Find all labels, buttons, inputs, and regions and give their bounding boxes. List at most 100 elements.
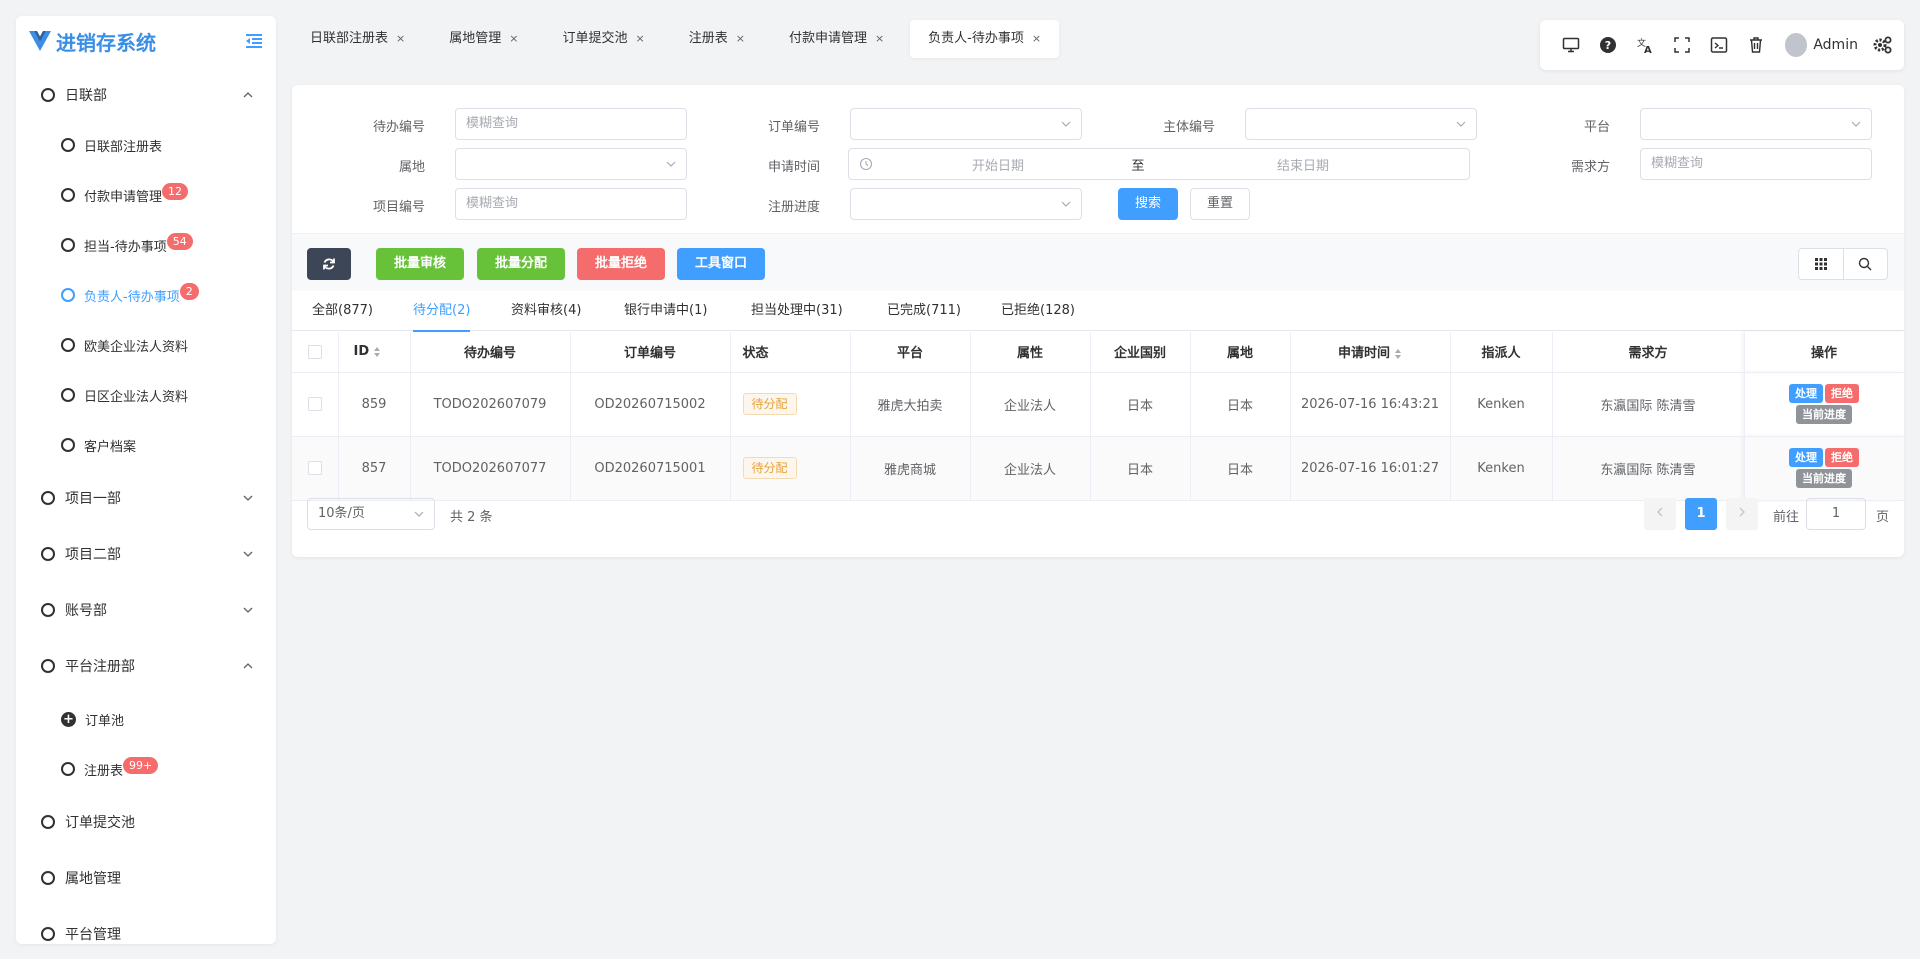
search-icon[interactable] — [1844, 249, 1888, 279]
sidebar-item-customer-files[interactable]: 客户档案 — [16, 420, 276, 470]
page-size-select[interactable]: 10条/页 — [307, 498, 435, 530]
sidebar-item-jp-corp[interactable]: 日区企业法人资料 — [16, 370, 276, 420]
help-icon[interactable]: ? — [1589, 25, 1626, 65]
reject-button[interactable]: 拒绝 — [1825, 384, 1859, 403]
trash-icon[interactable] — [1738, 25, 1775, 65]
svg-text:?: ? — [1605, 39, 1611, 52]
batch-review-button[interactable]: 批量审核 — [376, 248, 464, 280]
app-title: 进销存系统 — [56, 30, 156, 55]
reg-progress-select[interactable] — [850, 188, 1082, 220]
username[interactable]: Admin — [1813, 37, 1858, 53]
sidebar: 进销存系统 日联部 日联部注册表 付款申请管理 12 担当-待办事项 54 负责… — [16, 16, 276, 944]
cell-id: 859 — [338, 372, 411, 437]
tool-window-button[interactable]: 工具窗口 — [677, 248, 765, 280]
filter-label: 申请时间 — [767, 160, 820, 175]
tab-pending-assign[interactable]: 待分配(2) — [413, 291, 471, 332]
col-header-apply-time[interactable]: 申请时间 — [1290, 332, 1451, 373]
order-no-select[interactable] — [850, 108, 1082, 140]
refresh-icon — [323, 258, 335, 270]
avatar[interactable] — [1785, 33, 1808, 57]
reset-button[interactable]: 重置 — [1190, 188, 1250, 220]
count-badge: 2 — [179, 282, 199, 300]
chevron-down-icon — [243, 551, 253, 557]
col-header-id[interactable]: ID — [338, 332, 411, 373]
apply-time-range[interactable]: 开始日期 至 结束日期 — [848, 148, 1470, 180]
menu-dept-rilian[interactable]: 日联部 — [16, 70, 276, 120]
project-no-input[interactable]: 模糊查询 — [455, 188, 687, 220]
col-header-assignee: 指派人 — [1450, 332, 1553, 373]
grid-icon[interactable] — [1799, 249, 1844, 279]
col-header-actions: 操作 — [1743, 332, 1905, 373]
page-button[interactable]: 1 — [1685, 498, 1717, 530]
tab-rejected[interactable]: 已拒绝(128) — [1001, 291, 1075, 331]
sidebar-item-order-pool[interactable]: + 订单池 — [16, 694, 276, 744]
tab-completed[interactable]: 已完成(711) — [887, 291, 961, 331]
col-header-platform: 平台 — [850, 332, 971, 373]
tab-register-table[interactable]: 注册表 × — [671, 20, 763, 58]
sidebar-item-staff-todo[interactable]: 担当-待办事项 54 — [16, 220, 276, 270]
progress-button[interactable]: 当前进度 — [1796, 405, 1852, 424]
platform-select[interactable] — [1640, 108, 1872, 140]
monitor-icon[interactable] — [1552, 25, 1589, 65]
select-all-checkbox[interactable] — [307, 344, 322, 359]
menu-project-2[interactable]: 项目二部 — [16, 526, 276, 582]
tab-staff-processing[interactable]: 担当处理中(31) — [751, 291, 843, 331]
goto-page-input[interactable]: 1 — [1806, 498, 1866, 530]
row-checkbox[interactable] — [307, 397, 322, 411]
tab-bank-apply[interactable]: 银行申请中(1) — [624, 291, 707, 331]
translate-icon[interactable]: 文A — [1626, 25, 1663, 65]
start-date[interactable]: 开始日期 — [873, 155, 1123, 174]
circle-icon — [61, 288, 75, 302]
entity-no-select[interactable] — [1245, 108, 1477, 140]
total-count: 共 2 条 — [450, 510, 493, 525]
terminal-icon[interactable] — [1701, 25, 1738, 65]
sidebar-item-payment-apply[interactable]: 付款申请管理 12 — [16, 170, 276, 220]
circle-icon — [41, 927, 55, 941]
end-date[interactable]: 结束日期 — [1153, 155, 1453, 174]
close-icon[interactable]: × — [635, 32, 644, 45]
menu-order-submit-pool[interactable]: 订单提交池 — [16, 794, 276, 850]
refresh-button[interactable] — [307, 248, 351, 280]
prev-page-button[interactable] — [1644, 498, 1676, 530]
menu-project-1[interactable]: 项目一部 — [16, 470, 276, 526]
demander-input[interactable]: 模糊查询 — [1640, 148, 1872, 180]
menu-platform-manage[interactable]: 平台管理 — [16, 906, 276, 944]
tab-all[interactable]: 全部(877) — [312, 291, 373, 331]
search-button[interactable]: 搜索 — [1118, 188, 1178, 220]
close-icon[interactable]: × — [396, 32, 405, 45]
sidebar-item-rilian-register[interactable]: 日联部注册表 — [16, 120, 276, 170]
tab-payment-apply[interactable]: 付款申请管理 × — [771, 20, 902, 58]
region-select[interactable] — [455, 148, 687, 180]
fullscreen-icon[interactable] — [1664, 25, 1701, 65]
sort-icon[interactable] — [1394, 348, 1402, 360]
tab-region-manage[interactable]: 属地管理 × — [431, 20, 536, 58]
close-icon[interactable]: × — [736, 32, 745, 45]
tab-order-submit-pool[interactable]: 订单提交池 × — [544, 20, 662, 58]
sidebar-item-eu-us-corp[interactable]: 欧美企业法人资料 — [16, 320, 276, 370]
batch-assign-button[interactable]: 批量分配 — [477, 248, 565, 280]
tab-doc-review[interactable]: 资料审核(4) — [511, 291, 581, 331]
sort-icon[interactable] — [373, 346, 381, 358]
menu-platform-register[interactable]: 平台注册部 — [16, 638, 276, 694]
todo-no-input[interactable]: 模糊查询 — [455, 108, 687, 140]
menu-label: 订单提交池 — [65, 815, 135, 831]
process-button[interactable]: 处理 — [1789, 384, 1823, 403]
tab-rilian-register[interactable]: 日联部注册表 × — [292, 20, 423, 58]
sidebar-item-register-table[interactable]: 注册表 99+ — [16, 744, 276, 794]
header-label: 申请时间 — [1337, 346, 1390, 362]
batch-reject-button[interactable]: 批量拒绝 — [577, 248, 665, 280]
row-checkbox[interactable] — [307, 461, 322, 475]
process-button[interactable]: 处理 — [1789, 448, 1823, 467]
close-icon[interactable]: × — [509, 32, 518, 45]
menu-account-dept[interactable]: 账号部 — [16, 582, 276, 638]
reject-button[interactable]: 拒绝 — [1825, 448, 1859, 467]
menu-region-manage[interactable]: 属地管理 — [16, 850, 276, 906]
cell-apply-time: 2026-07-16 16:43:21 — [1290, 372, 1451, 437]
sidebar-item-manager-todo[interactable]: 负责人-待办事项 2 — [16, 270, 276, 320]
settings-icon[interactable] — [1872, 35, 1892, 55]
tab-manager-todo[interactable]: 负责人-待办事项 × — [910, 20, 1060, 58]
close-icon[interactable]: × — [1032, 32, 1041, 45]
collapse-menu-icon[interactable] — [244, 33, 264, 49]
close-icon[interactable]: × — [875, 32, 884, 45]
next-page-button[interactable] — [1726, 498, 1758, 530]
